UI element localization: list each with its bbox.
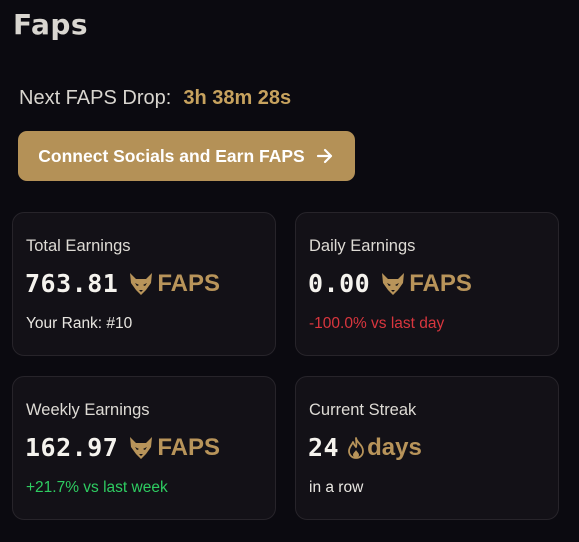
connect-socials-button[interactable]: Connect Socials and Earn FAPS: [18, 131, 355, 181]
fox-head-icon: [380, 271, 406, 297]
next-drop-label: Next FAPS Drop:: [19, 87, 172, 109]
daily-change-text: -100.0% vs last day: [309, 315, 445, 332]
daily-earnings-unit: FAPS: [409, 269, 472, 297]
current-streak-value-row: 24 days: [308, 433, 422, 462]
daily-earnings-value-row: 0.00 FAPS: [308, 269, 472, 298]
total-earnings-card: Total Earnings 763.81 FAPS Your Rank: #1…: [12, 212, 276, 356]
weekly-earnings-label: Weekly Earnings: [26, 401, 150, 419]
daily-earnings-value: 0.00: [308, 269, 371, 298]
next-drop-row: Next FAPS Drop: 3h 38m 28s: [19, 86, 291, 110]
daily-earnings-label: Daily Earnings: [309, 237, 416, 255]
total-earnings-value-row: 763.81 FAPS: [25, 269, 220, 298]
daily-earnings-card: Daily Earnings 0.00 FAPS -100.0% vs last…: [295, 212, 559, 356]
next-drop-timer: 3h 38m 28s: [183, 87, 292, 109]
flame-icon: [347, 436, 365, 459]
arrow-right-icon: [315, 146, 335, 166]
page-title: Faps: [13, 8, 89, 41]
rank-text: Your Rank: #10: [26, 315, 133, 332]
weekly-change-text: +21.7% vs last week: [26, 479, 168, 496]
total-earnings-label: Total Earnings: [26, 237, 131, 255]
connect-socials-label: Connect Socials and Earn FAPS: [38, 145, 305, 166]
weekly-earnings-value: 162.97: [25, 433, 119, 462]
fox-head-icon: [128, 271, 154, 297]
streak-sub-text: in a row: [309, 479, 364, 496]
weekly-earnings-value-row: 162.97 FAPS: [25, 433, 220, 462]
total-earnings-unit: FAPS: [157, 269, 220, 297]
fox-head-icon: [128, 435, 154, 461]
total-earnings-value: 763.81: [25, 269, 119, 298]
current-streak-card: Current Streak 24 days in a row: [295, 376, 559, 520]
current-streak-value: 24: [308, 433, 340, 462]
weekly-earnings-unit: FAPS: [157, 433, 220, 461]
current-streak-unit: days: [367, 433, 422, 461]
current-streak-label: Current Streak: [309, 401, 417, 419]
weekly-earnings-card: Weekly Earnings 162.97 FAPS +21.7% vs la…: [12, 376, 276, 520]
